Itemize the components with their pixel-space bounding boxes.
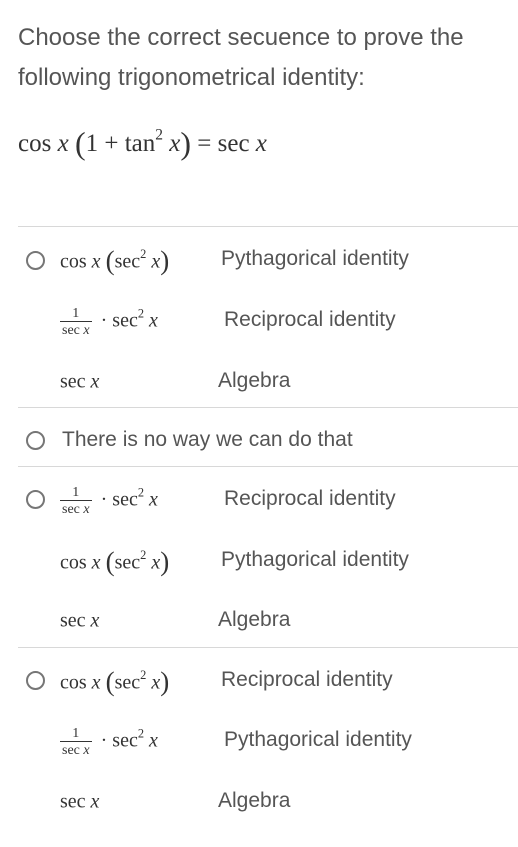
fraction: 1 sec x <box>60 306 92 338</box>
option-c-step-2-expr: cos x (sec2 x) <box>60 546 170 577</box>
option-c-step-1-reason: Reciprocal identity <box>224 487 396 510</box>
identity-tan: tan <box>124 130 156 157</box>
option-d-step-1-reason: Reciprocal identity <box>221 668 393 691</box>
option-b-radio[interactable] <box>26 431 45 450</box>
fraction: 1 sec x <box>60 485 92 517</box>
option-c-radio[interactable] <box>26 490 45 509</box>
option-d-step-2-expr: 1 sec x · sec2 x <box>60 726 158 758</box>
option-d-step-3-reason: Algebra <box>218 789 291 812</box>
identity-one-plus: 1 + <box>85 130 125 157</box>
option-a-step-2-reason: Reciprocal identity <box>224 308 396 331</box>
identity-tan-x: x <box>169 130 181 157</box>
option-c-step-3-reason: Algebra <box>218 608 291 631</box>
identity-open-paren: ( <box>74 125 86 161</box>
option-d-step-1-expr: cos x (sec2 x) <box>60 666 170 697</box>
option-a-step-1-reason: Pythagorical identity <box>221 247 409 270</box>
option-a-step-1-expr: cos x (sec2 x) <box>60 245 170 276</box>
identity-equals: = <box>197 130 218 157</box>
divider <box>18 647 518 648</box>
option-c-step-1-expr: 1 sec x · sec2 x <box>60 485 158 517</box>
identity-exponent: 2 <box>155 126 163 144</box>
option-c-step-2-reason: Pythagorical identity <box>221 548 409 571</box>
identity-rhs-x: x <box>255 130 267 157</box>
option-a-step-3-expr: sec x <box>60 370 100 393</box>
option-d-step-2-reason: Pythagorical identity <box>224 728 412 751</box>
question-text: Choose the correct secuence to prove the… <box>18 18 513 98</box>
divider <box>18 226 518 227</box>
option-c-step-3-expr: sec x <box>60 609 100 632</box>
identity-cos: cos <box>18 130 52 157</box>
identity-formula: cos x (1 + tan2 x) = sec x <box>18 125 267 162</box>
option-d-step-3-expr: sec x <box>60 790 100 813</box>
question-line-1: Choose the correct secuence to prove the <box>18 24 464 51</box>
identity-x: x <box>57 130 69 157</box>
option-d-radio[interactable] <box>26 671 45 690</box>
identity-sec: sec <box>217 130 250 157</box>
option-a-step-2-expr: 1 sec x · sec2 x <box>60 306 158 338</box>
identity-close-paren: ) <box>180 125 192 161</box>
divider <box>18 407 518 408</box>
divider <box>18 466 518 467</box>
option-a-step-3-reason: Algebra <box>218 369 291 392</box>
fraction: 1 sec x <box>60 726 92 758</box>
question-line-2: following trigonometrical identity: <box>18 64 365 91</box>
option-a-radio[interactable] <box>26 251 45 270</box>
option-b-label: There is no way we can do that <box>62 428 353 451</box>
